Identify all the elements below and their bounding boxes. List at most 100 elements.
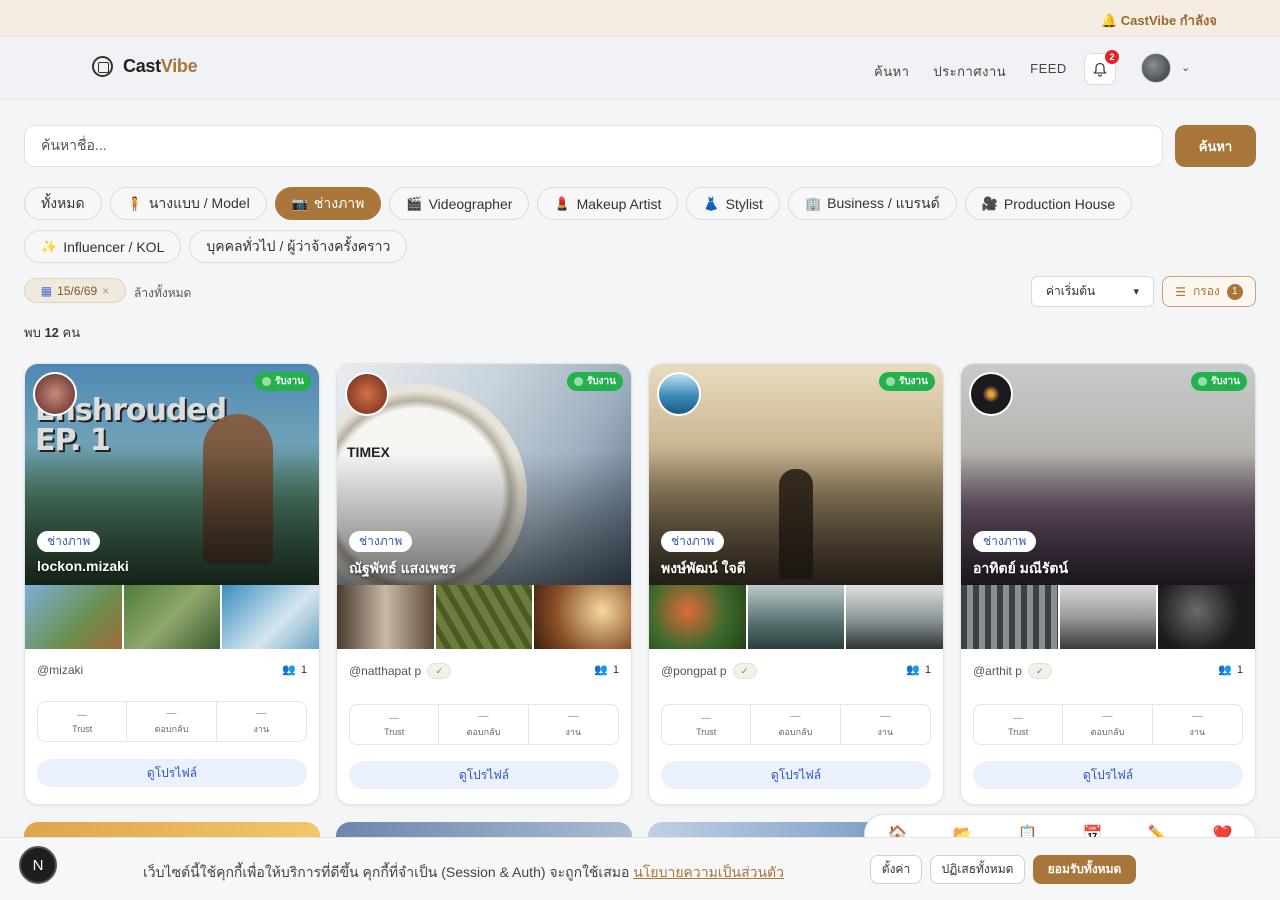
portfolio-thumb[interactable] [1059, 585, 1157, 649]
avatar [33, 372, 77, 416]
results-count: พบ 12 คน [24, 325, 81, 340]
filter-count-badge: 1 [1226, 283, 1243, 300]
search-input[interactable]: ค้นหาชื่อ... [24, 125, 1163, 167]
filter-button[interactable]: ☰ กรอง 1 [1162, 276, 1256, 307]
profile-handle: @mizaki [37, 663, 84, 677]
sort-select[interactable]: ค่าเริ่มต้น ▾ [1031, 276, 1154, 307]
portfolio-thumb[interactable] [25, 585, 122, 649]
category-chips: ทั้งหมด 🧍 นางแบบ / Model 📷 ช่างภาพ 🎬 Videog… [24, 187, 1264, 263]
cookie-accept-button[interactable]: ยอมรับทั้งหมด [1033, 855, 1136, 884]
portfolio-thumb[interactable] [747, 585, 845, 649]
camera-icon: 📷 [291, 195, 308, 211]
brand-name: CastVibe [123, 56, 198, 76]
profile-name: lockon.mizaki [37, 558, 129, 574]
verified-icon: ✓ [427, 663, 452, 679]
chip-influencer[interactable]: ✨ Influencer / KOL [24, 230, 182, 263]
role-badge: ช่างภาพ [349, 531, 413, 552]
announcement-text: 🔔 CastVibe กำลังจ [1101, 13, 1216, 28]
avatar [657, 372, 701, 416]
building-icon: 🏢 [804, 195, 822, 211]
nav-link-jobs[interactable]: ประกาศงาน [933, 61, 1006, 82]
card-cover-image: Enshrouded EP. 1 รับงาน ช่างภาพ lockon.mi… [25, 364, 319, 585]
sparkles-icon: ✨ [41, 238, 58, 254]
profile-card[interactable]: รับงาน ช่างภาพ พงษ์พัฒน์ ใจดี @pongpat p… [648, 363, 944, 805]
search-button[interactable]: ค้นหา [1175, 125, 1256, 167]
chip-production-house[interactable]: 🎥 Production House [964, 187, 1133, 220]
top-nav: CastVibe ค้นหา ประกาศงาน FEED 2 ⌄ [0, 37, 1280, 100]
role-badge: ช่างภาพ [973, 531, 1037, 552]
stats-box: — Trust — ตอบกลับ — งาน [973, 704, 1243, 745]
stats-box: — Trust — ตอบกลับ — งาน [37, 701, 307, 742]
portfolio-thumbnails [961, 585, 1255, 649]
view-profile-button[interactable]: ดูโปรไฟล์ [37, 759, 307, 787]
filter-icon: ☰ [1175, 284, 1186, 299]
member-count: 👥 1 [906, 663, 931, 677]
profile-card[interactable]: Enshrouded EP. 1 รับงาน ช่างภาพ lockon.mi… [24, 363, 320, 805]
chip-stylist[interactable]: 👗 Stylist [686, 187, 780, 220]
status-badge: รับงาน [254, 372, 311, 391]
profile-handle: @arthit p ✓ [973, 663, 1052, 679]
view-profile-button[interactable]: ดูโปรไฟล์ [973, 761, 1243, 789]
portfolio-thumb[interactable] [534, 585, 631, 649]
profile-name: พงษ์พัฒน์ ใจดี [661, 560, 746, 576]
portfolio-thumb[interactable] [846, 585, 943, 649]
view-profile-button[interactable]: ดูโปรไฟล์ [349, 761, 619, 789]
profile-name: ณัฐพัทธ์ แสงเพชร [349, 560, 457, 576]
chip-all[interactable]: ทั้งหมด [24, 187, 102, 220]
announcement-bar: 🔔 CastVibe กำลังจ [0, 0, 1280, 37]
portfolio-thumb[interactable] [1158, 585, 1255, 649]
chevron-down-icon[interactable]: ⌄ [1181, 61, 1190, 74]
verified-icon: ✓ [732, 663, 757, 679]
chip-model[interactable]: 🧍 นางแบบ / Model [109, 187, 267, 220]
search-placeholder: ค้นหาชื่อ... [41, 137, 107, 153]
status-badge: รับงาน [1190, 372, 1247, 391]
portfolio-thumb[interactable] [649, 585, 746, 649]
view-profile-button[interactable]: ดูโปรไฟล์ [661, 761, 931, 789]
card-cover-image: TIMEX รับงาน ช่างภาพ ณัฐพัทธ์ แสงเพชร [337, 364, 631, 585]
close-icon[interactable]: × [102, 284, 109, 298]
card-cover-image: รับงาน ช่างภาพ อาทิตย์ มณีรัตน์ [961, 364, 1255, 585]
cookie-message: เว็บไซต์นี้ใช้คุกกี้เพื่อให้บริการที่ดีข… [143, 864, 785, 880]
profile-card[interactable]: TIMEX รับงาน ช่างภาพ ณัฐพัทธ์ แสงเพชร @n… [336, 363, 632, 805]
logo-icon [92, 56, 113, 77]
stats-box: — Trust — ตอบกลับ — งาน [349, 704, 619, 745]
portfolio-thumb[interactable] [961, 585, 1058, 649]
user-avatar[interactable] [1141, 53, 1171, 83]
chip-business[interactable]: 🏢 Business / แบรนด์ [787, 187, 957, 220]
people-icon: 👥 [594, 664, 608, 676]
chip-makeup-artist[interactable]: 💄 Makeup Artist [537, 187, 679, 220]
people-icon: 👥 [282, 664, 296, 676]
privacy-policy-link[interactable]: นโยบายความเป็นส่วนตัว [633, 864, 784, 880]
portfolio-thumb[interactable] [337, 585, 434, 649]
portfolio-thumb[interactable] [222, 585, 319, 649]
clear-all-filters[interactable]: ล้างทั้งหมด [134, 284, 191, 303]
people-icon: 👥 [1218, 664, 1232, 676]
avatar [969, 372, 1013, 416]
cookie-reject-button[interactable]: ปฏิเสธทั้งหมด [930, 855, 1025, 884]
portfolio-thumb[interactable] [123, 585, 221, 649]
dress-icon: 👗 [703, 195, 720, 211]
portfolio-thumbnails [25, 585, 319, 649]
nav-link-feed[interactable]: FEED [1030, 61, 1067, 82]
chip-videographer[interactable]: 🎬 Videographer [389, 187, 530, 220]
date-filter-chip[interactable]: ▦ 15/6/69 × [24, 278, 126, 303]
verified-icon: ✓ [1027, 663, 1052, 679]
chip-photographer[interactable]: 📷 ช่างภาพ [274, 187, 382, 220]
calendar-icon: ▦ [40, 283, 53, 298]
notification-count-badge: 2 [1105, 50, 1119, 64]
portfolio-thumb[interactable] [435, 585, 533, 649]
chip-general[interactable]: บุคคลทั่วไป / ผู้ว่าจ้างครั้งคราว [189, 230, 408, 263]
status-badge: รับงาน [878, 372, 935, 391]
brand-logo[interactable]: CastVibe [92, 56, 198, 77]
cookie-settings-button[interactable]: ตั้งค่า [870, 855, 922, 884]
stats-box: — Trust — ตอบกลับ — งาน [661, 704, 931, 745]
profile-card[interactable]: รับงาน ช่างภาพ อาทิตย์ มณีรัตน์ @arthit … [960, 363, 1256, 805]
n-badge-icon[interactable]: N [19, 846, 57, 884]
clapper-icon: 🎬 [406, 195, 423, 211]
member-count: 👥 1 [594, 663, 619, 677]
person-icon: 🧍 [126, 195, 143, 211]
card-cover-image: รับงาน ช่างภาพ พงษ์พัฒน์ ใจดี [649, 364, 943, 585]
lipstick-icon: 💄 [554, 195, 571, 211]
role-badge: ช่างภาพ [661, 531, 725, 552]
nav-link-search[interactable]: ค้นหา [874, 61, 909, 82]
